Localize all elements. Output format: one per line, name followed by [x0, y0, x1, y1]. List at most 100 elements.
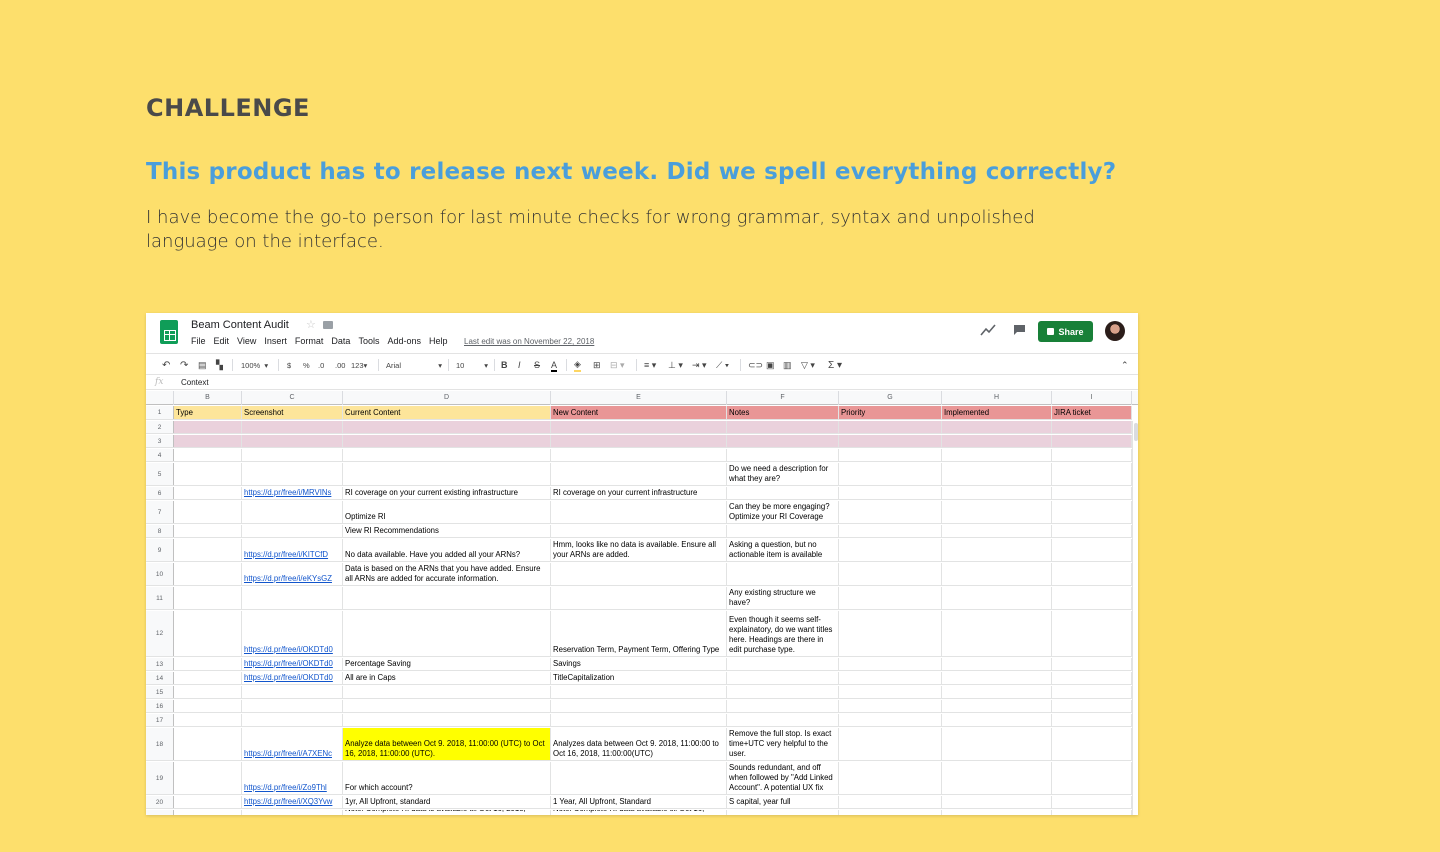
- cell-jira-ticket[interactable]: [1052, 463, 1132, 485]
- cell-current-content[interactable]: No data available. Have you added all yo…: [343, 539, 551, 561]
- cell-type[interactable]: [174, 463, 242, 485]
- cell-new-content[interactable]: [551, 686, 727, 698]
- cell-priority[interactable]: [839, 714, 942, 726]
- cell-new-content[interactable]: [551, 463, 727, 485]
- cell-jira-ticket[interactable]: [1052, 728, 1132, 760]
- insert-link-icon[interactable]: ⊂⊃: [748, 359, 763, 371]
- collapse-toolbar-icon[interactable]: ⌃: [1121, 359, 1129, 371]
- cell-screenshot[interactable]: https://d.pr/free/i/OKDTd0: [242, 611, 343, 656]
- cell-header-screenshot[interactable]: Screenshot: [242, 406, 343, 419]
- cell-screenshot[interactable]: https://d.pr/free/i/MRVINs: [242, 487, 343, 499]
- cell-new-content[interactable]: Savings: [551, 658, 727, 670]
- borders-icon[interactable]: ⊞: [593, 359, 601, 371]
- cell-new-content[interactable]: Note: Complete RI data available till Oc…: [551, 810, 727, 815]
- screenshot-link[interactable]: https://d.pr/free/i/eKYsGZ: [244, 574, 332, 584]
- cell-implemented[interactable]: [942, 796, 1052, 808]
- cell-current-content[interactable]: Optimize RI: [343, 501, 551, 523]
- text-wrap-icon[interactable]: ⇥ ▾: [692, 359, 707, 371]
- cell-type[interactable]: [174, 728, 242, 760]
- more-formats-select[interactable]: 123 ▾: [351, 359, 367, 371]
- cell-current-content[interactable]: [343, 611, 551, 656]
- cell-screenshot[interactable]: [242, 714, 343, 726]
- currency-format-button[interactable]: $: [287, 359, 291, 371]
- zoom-select[interactable]: 100% ▾: [241, 359, 268, 371]
- font-size-select[interactable]: 10 ▾: [456, 359, 488, 371]
- cell-implemented[interactable]: [942, 525, 1052, 537]
- row-number[interactable]: 12: [146, 611, 174, 656]
- merge-cells-icon[interactable]: ⊟ ▾: [610, 359, 625, 371]
- cell-current-content[interactable]: [343, 714, 551, 726]
- cell-type[interactable]: [174, 525, 242, 537]
- cell-jira-ticket[interactable]: [1052, 700, 1132, 712]
- italic-button[interactable]: I: [518, 359, 521, 371]
- folder-icon[interactable]: [323, 321, 333, 329]
- cell-implemented[interactable]: [942, 487, 1052, 499]
- cell-implemented[interactable]: [942, 449, 1052, 461]
- cell-notes[interactable]: [727, 449, 839, 461]
- cell-notes[interactable]: Asking a question, but no actionable ite…: [727, 539, 839, 561]
- row-number[interactable]: 11: [146, 587, 174, 609]
- row-number[interactable]: 18: [146, 728, 174, 760]
- cell-notes[interactable]: [727, 487, 839, 499]
- row-number[interactable]: 20: [146, 796, 174, 808]
- screenshot-link[interactable]: https://d.pr/free/i/Zo9Thl: [244, 783, 327, 793]
- cell-new-content[interactable]: Reservation Term, Payment Term, Offering…: [551, 611, 727, 656]
- cell-implemented[interactable]: [942, 714, 1052, 726]
- cell-type[interactable]: [174, 658, 242, 670]
- insert-comment-icon[interactable]: ▣: [766, 359, 775, 371]
- cell-notes[interactable]: S capital, year full: [727, 796, 839, 808]
- cell-new-content[interactable]: TitleCapitalization: [551, 672, 727, 684]
- cell-implemented[interactable]: [942, 686, 1052, 698]
- cell-type[interactable]: [174, 587, 242, 609]
- cell-new-content[interactable]: Hmm, looks like no data is available. En…: [551, 539, 727, 561]
- cell-type[interactable]: [174, 686, 242, 698]
- share-button[interactable]: Share: [1038, 321, 1093, 342]
- cell-screenshot[interactable]: https://d.pr/free/i/KITCfD: [242, 539, 343, 561]
- cell-new-content[interactable]: [551, 587, 727, 609]
- cell-jira-ticket[interactable]: [1052, 539, 1132, 561]
- cell-current-content[interactable]: [343, 686, 551, 698]
- fill-color-icon[interactable]: ◈: [574, 359, 581, 372]
- cell-screenshot[interactable]: https://d.pr/free/i/OKDTd0: [242, 672, 343, 684]
- cell-notes[interactable]: Remove the full stop. Is exact time+UTC …: [727, 728, 839, 760]
- cell-implemented[interactable]: [942, 658, 1052, 670]
- cell-priority[interactable]: [839, 658, 942, 670]
- cell-implemented[interactable]: [942, 611, 1052, 656]
- screenshot-link[interactable]: https://d.pr/free/i/A7XENc: [244, 749, 332, 759]
- row-number[interactable]: 13: [146, 658, 174, 670]
- cell-screenshot[interactable]: [242, 449, 343, 461]
- sheets-logo-icon[interactable]: [160, 320, 178, 344]
- cell-current-content[interactable]: [343, 435, 551, 447]
- cell-current-content[interactable]: For which account?: [343, 762, 551, 794]
- comments-icon[interactable]: [1013, 324, 1026, 336]
- cell-notes[interactable]: [727, 714, 839, 726]
- cell-jira-ticket[interactable]: [1052, 435, 1132, 447]
- font-family-select[interactable]: Arial ▾: [386, 359, 442, 371]
- cell-header-jira-ticket[interactable]: JIRA ticket: [1052, 406, 1132, 419]
- cell-new-content[interactable]: [551, 525, 727, 537]
- cell-priority[interactable]: [839, 700, 942, 712]
- row-number[interactable]: 4: [146, 449, 174, 461]
- cell-implemented[interactable]: [942, 587, 1052, 609]
- column-header-b[interactable]: B: [174, 391, 242, 405]
- menu-edit[interactable]: Edit: [214, 336, 230, 346]
- scrollbar-thumb[interactable]: [1134, 423, 1138, 441]
- cell-notes[interactable]: Do we need a description for what they a…: [727, 463, 839, 485]
- cell-jira-ticket[interactable]: [1052, 501, 1132, 523]
- cell-priority[interactable]: [839, 686, 942, 698]
- cell-type[interactable]: [174, 672, 242, 684]
- cell-header-implemented[interactable]: Implemented: [942, 406, 1052, 419]
- cell-new-content[interactable]: [551, 501, 727, 523]
- cell-notes[interactable]: [727, 525, 839, 537]
- column-header-g[interactable]: G: [839, 391, 942, 405]
- cell-priority[interactable]: [839, 539, 942, 561]
- cell-screenshot[interactable]: [242, 700, 343, 712]
- text-color-button[interactable]: A: [551, 359, 558, 372]
- row-number[interactable]: 10: [146, 563, 174, 585]
- row-number[interactable]: 8: [146, 525, 174, 537]
- cell-notes[interactable]: [727, 658, 839, 670]
- activity-dashboard-icon[interactable]: [980, 323, 996, 337]
- percent-format-button[interactable]: %: [303, 359, 310, 371]
- row-number[interactable]: 2: [146, 421, 174, 433]
- cell-notes[interactable]: [727, 686, 839, 698]
